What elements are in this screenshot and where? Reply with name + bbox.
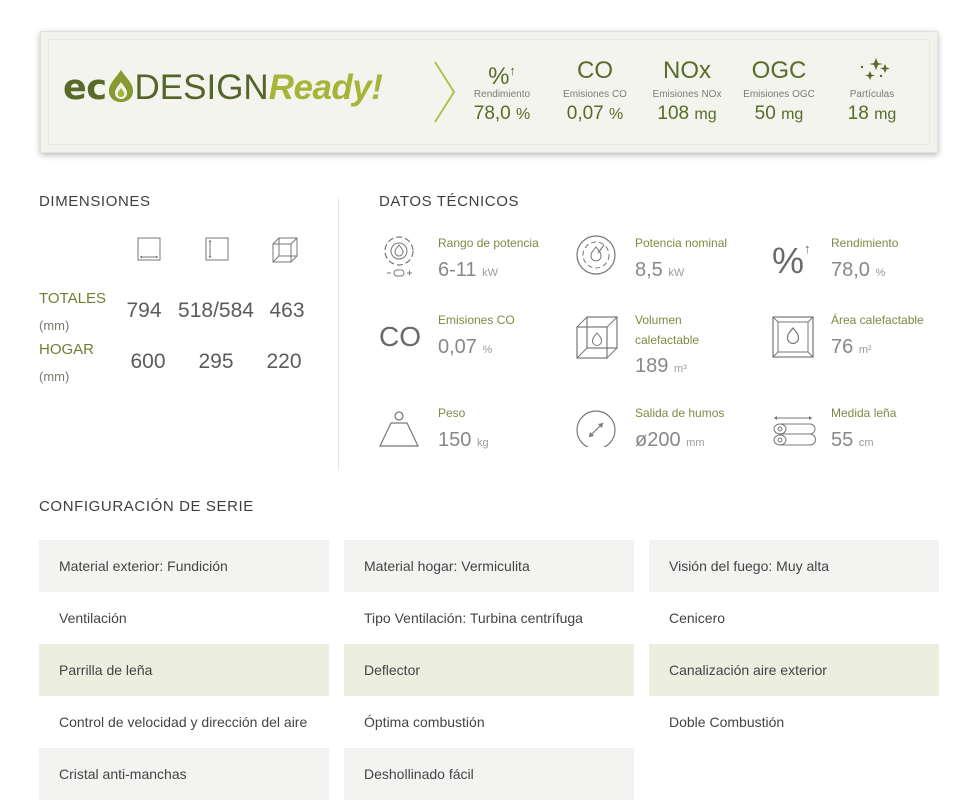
dimensiones-title: DIMENSIONES [39, 193, 151, 210]
tech-item-volumen-calefactable: Volumen calefactable 189 m³ [576, 310, 766, 380]
tech-label: Rango de potencia [438, 236, 539, 250]
logo-ready-text: Ready! [268, 68, 383, 107]
config-item: Doble Combustión [669, 713, 785, 730]
dim-row-label-totales: TOTALES [39, 290, 106, 307]
metric-label: Rendimiento [473, 89, 531, 100]
tech-item-area-calefactable: Área calefactable 76 m² [772, 310, 962, 380]
tech-item-potencia-nominal: Potencia nominal 8,5 kW [576, 233, 766, 293]
logo-eco-text: ec [63, 68, 107, 108]
ecodesign-banner: ec DESIGNReady! %↑ Rendimiento 78,0 % CO … [40, 31, 938, 153]
tech-label: Volumen calefactable [635, 313, 700, 347]
tech-value: ø200 mm [635, 429, 705, 451]
area-icon [772, 316, 814, 358]
metric-label: Emisiones OGC [743, 89, 815, 100]
tech-value: 78,0 % [831, 259, 886, 281]
tech-label: Potencia nominal [635, 236, 728, 250]
tech-item-peso: Peso 150 kg [379, 403, 569, 463]
flame-leaf-icon [108, 70, 133, 102]
metric-label: Partículas [849, 89, 895, 100]
logo-design-text: DESIGN [134, 68, 269, 107]
metric-label: Emisiones NOx [652, 89, 722, 100]
tech-label: Rendimiento [831, 236, 899, 250]
metric-value: 108 mg [657, 103, 717, 124]
config-item: Visión del fuego: Muy alta [649, 540, 939, 592]
tech-label: Área calefactable [831, 313, 924, 327]
chevron-right-icon [434, 61, 456, 123]
depth-dimension-icon [272, 237, 298, 263]
width-dimension-icon [137, 237, 161, 261]
config-item: Deshollinado fácil [344, 748, 634, 800]
tech-item-emisiones-co: CO Emisiones CO 0,07 % [379, 310, 569, 380]
metric-particulas: Partículas 18 mg [826, 54, 918, 127]
co-symbol: CO [577, 57, 613, 84]
firewood-icon [773, 416, 816, 446]
metric-emisiones-co: CO Emisiones CO 0,07 % [549, 54, 641, 127]
ogc-symbol: OGC [751, 57, 807, 84]
power-range-icon [384, 236, 414, 277]
tech-item-medida-lena: Medida leña 55 cm [772, 403, 962, 463]
dim-row-label-hogar: HOGAR [39, 341, 95, 358]
configuracion-title: CONFIGURACIÓN DE SERIE [39, 498, 254, 515]
datos-tecnicos-title: DATOS TÉCNICOS [379, 193, 520, 210]
height-dimension-icon [205, 237, 229, 261]
tech-label: Salida de humos [635, 406, 725, 420]
config-item: Ventilación [59, 609, 127, 626]
config-item: Control de velocidad y dirección del air… [59, 713, 308, 730]
weight-icon [379, 411, 419, 447]
co-icon: CO [379, 321, 421, 352]
flue-outlet-icon [576, 410, 616, 447]
dim-row-unit: (mm) [39, 318, 70, 333]
metric-value: 18 mg [847, 103, 897, 124]
volume-icon [576, 316, 618, 359]
ecodesign-logo: ec DESIGNReady! [63, 68, 383, 108]
metric-label: Emisiones CO [563, 89, 627, 100]
nox-symbol: NOx [663, 57, 711, 84]
tech-item-salida-humos: Salida de humos ø200 mm [576, 403, 766, 463]
tech-value: 76 m² [831, 336, 872, 358]
config-item: Canalización aire exterior [649, 644, 939, 696]
dim-row-unit: (mm) [39, 369, 70, 384]
metric-value: 50 mg [754, 103, 804, 124]
percent-icon: %↑ [488, 63, 516, 90]
config-item: Cristal anti-manchas [39, 748, 329, 800]
tech-label: Peso [438, 406, 466, 420]
metric-rendimiento: %↑ Rendimiento 78,0 % [456, 54, 548, 127]
metric-emisiones-nox: NOx Emisiones NOx 108 mg [641, 54, 733, 127]
dim-value: 463 [269, 299, 305, 322]
tech-value: 189 m³ [635, 355, 687, 377]
tech-label: Emisiones CO [438, 313, 515, 327]
config-item: Parrilla de leña [39, 644, 329, 696]
config-item: Deflector [344, 644, 634, 696]
config-item: Cenicero [669, 609, 726, 626]
sparkles-icon [826, 54, 918, 88]
metric-value: 78,0 % [473, 103, 531, 124]
tech-item-rendimiento: %↑ Rendimiento 78,0 % [772, 233, 962, 293]
tech-value: 0,07 % [438, 336, 493, 358]
tech-value: 8,5 kW [635, 259, 685, 281]
config-item: Óptima combustión [364, 713, 485, 730]
config-item: Material exterior: Fundición [39, 540, 329, 592]
dim-value: 220 [266, 350, 302, 373]
section-divider [338, 198, 339, 470]
tech-label: Medida leña [831, 406, 897, 420]
metric-value: 0,07 % [566, 103, 624, 124]
nominal-power-icon [576, 235, 616, 275]
tech-value: 150 kg [438, 429, 489, 451]
config-item: Tipo Ventilación: Turbina centrífuga [364, 609, 583, 626]
config-item: Material hogar: Vermiculita [344, 540, 634, 592]
tech-value: 55 cm [831, 429, 874, 451]
tech-item-rango-potencia: Rango de potencia 6-11 kW [379, 233, 569, 293]
tech-value: 6-11 kW [438, 259, 498, 281]
metric-emisiones-ogc: OGC Emisiones OGC 50 mg [733, 54, 825, 127]
efficiency-icon: %↑ [772, 240, 811, 281]
